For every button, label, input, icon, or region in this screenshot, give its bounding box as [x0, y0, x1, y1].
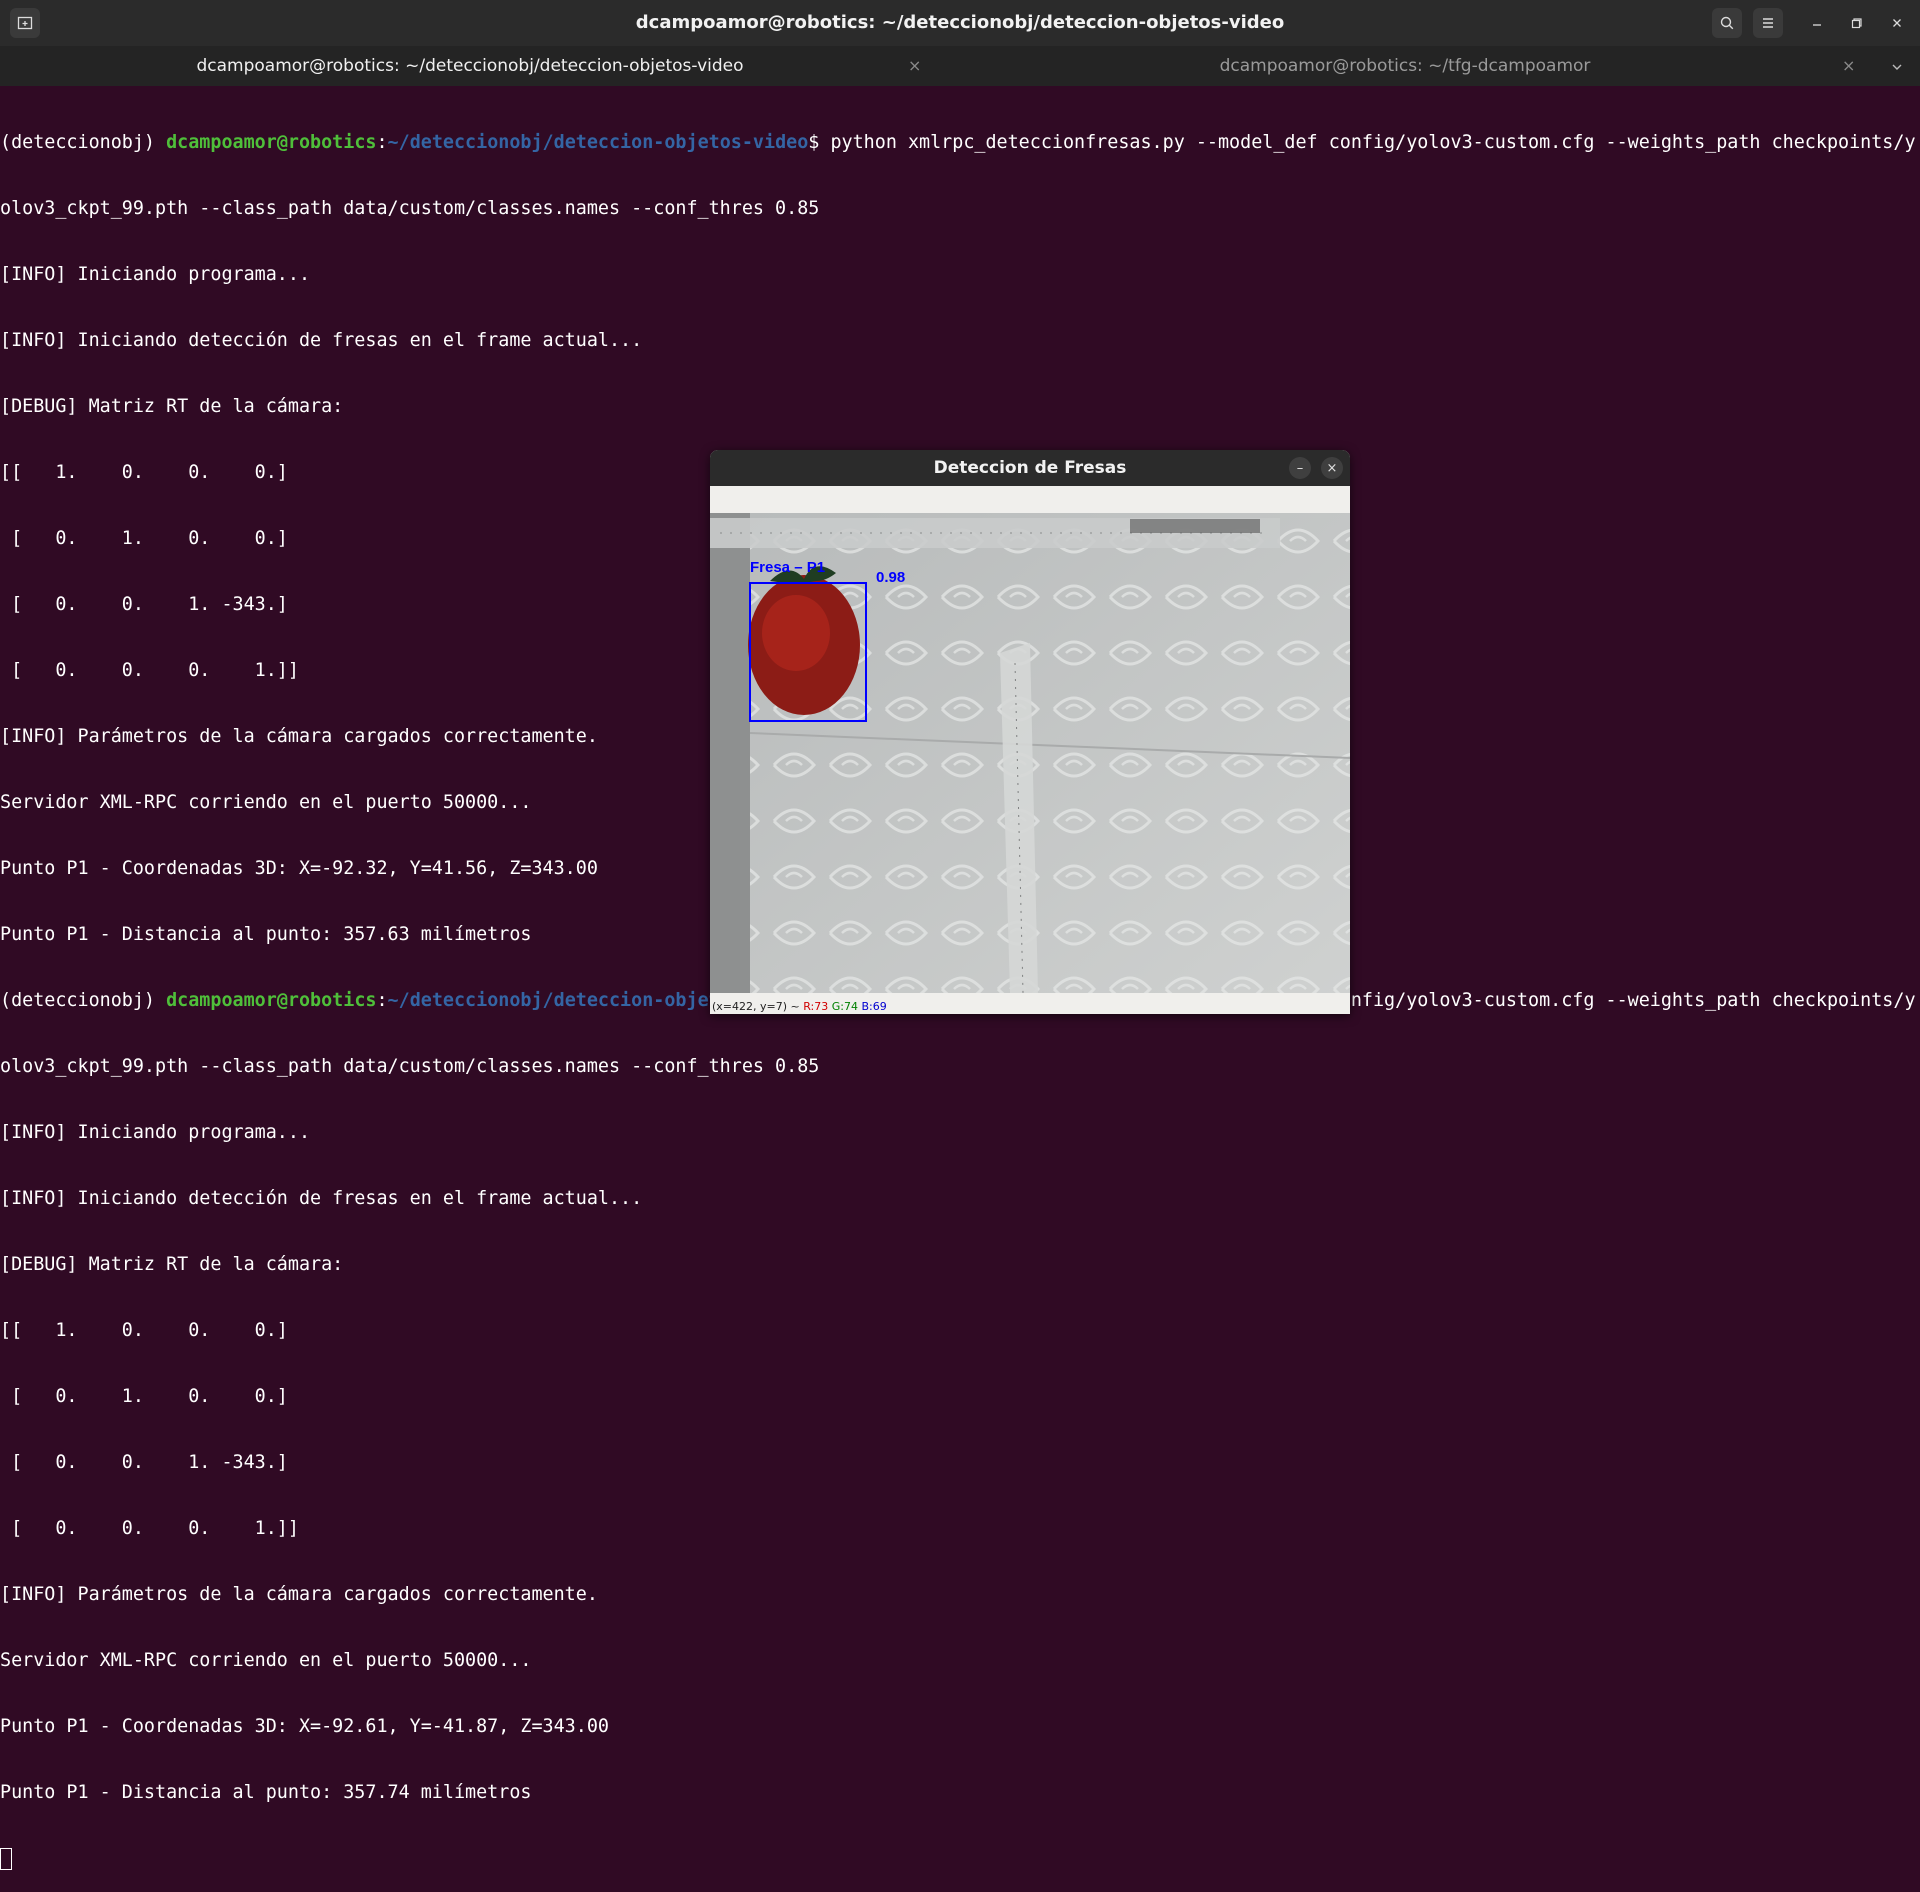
tab-deteccion-objetos-video[interactable]: dcampoamor@robotics: ~/deteccionobj/dete…	[0, 46, 940, 86]
opencv-status-bar: (x=422, y=7) ~ R:73 G:74 B:69	[710, 999, 1350, 1014]
output-line: [INFO] Parámetros de la cámara cargados …	[0, 1584, 598, 1605]
tab-close-button[interactable]: ×	[908, 46, 921, 86]
prompt-line: (deteccionobj) dcampoamor@robotics:~/det…	[0, 132, 1920, 154]
status-green-value: G:74	[831, 1000, 858, 1013]
tab-tfg-dcampoamor[interactable]: dcampoamor@robotics: ~/tfg-dcampoamor	[960, 46, 1850, 86]
output-line: [ 0. 0. 1. -343.]	[0, 1452, 288, 1473]
window-title: dcampoamor@robotics: ~/deteccionobj/dete…	[635, 12, 1285, 33]
status-blue-value: B:69	[861, 1000, 887, 1013]
strawberry-highlight	[762, 595, 830, 671]
hamburger-menu-icon[interactable]	[1753, 8, 1783, 38]
minimize-icon[interactable]: –	[1289, 457, 1311, 479]
tab-label: dcampoamor@robotics: ~/tfg-dcampoamor	[1219, 56, 1591, 76]
close-icon[interactable]: ×	[1321, 457, 1343, 479]
detection-confidence: 0.98	[876, 569, 905, 586]
output-line: [DEBUG] Matriz RT de la cámara:	[0, 1254, 344, 1275]
command-wrap-line: olov3_ckpt_99.pth --class_path data/cust…	[0, 198, 820, 219]
prompt-user: dcampoamor@robotics	[166, 132, 377, 153]
status-coords: (x=422, y=7) ~	[712, 1000, 804, 1013]
output-line: [INFO] Iniciando detección de fresas en …	[0, 1188, 643, 1209]
search-icon[interactable]	[1712, 8, 1742, 38]
prompt-path: ~/deteccionobj/deteccion-objetos-video	[387, 132, 809, 153]
title-bar: dcampoamor@robotics: ~/deteccionobj/dete…	[0, 0, 1920, 46]
prompt-env: (deteccionobj)	[0, 132, 167, 153]
output-line: Servidor XML-RPC corriendo en el puerto …	[0, 1650, 532, 1671]
output-line: Punto P1 - Coordenadas 3D: X=-92.61, Y=-…	[0, 1716, 609, 1737]
output-line: [DEBUG] Matriz RT de la cámara:	[0, 396, 344, 417]
prompt-sep: :	[376, 990, 388, 1011]
prompt-sep: :	[376, 132, 388, 153]
output-line: [[ 1. 0. 0. 0.]	[0, 1320, 288, 1341]
output-line: [INFO] Iniciando detección de fresas en …	[0, 330, 643, 351]
output-line: Punto P1 - Distancia al punto: 357.74 mi…	[0, 1782, 532, 1803]
status-red-value: R:73	[803, 1000, 829, 1013]
opencv-window-titlebar[interactable]: Deteccion de Fresas – ×	[710, 450, 1350, 486]
opencv-window-title: Deteccion de Fresas	[933, 458, 1127, 478]
chevron-down-icon[interactable]	[1890, 46, 1904, 86]
output-line: [ 0. 1. 0. 0.]	[0, 1386, 288, 1407]
minimize-icon[interactable]	[1802, 8, 1832, 38]
output-line: [INFO] Iniciando programa...	[0, 264, 311, 285]
opencv-detection-window[interactable]: Deteccion de Fresas – × Fresa – P1 0.98	[710, 450, 1350, 1014]
paper-texture	[750, 513, 1350, 993]
prompt-dollar: $	[808, 132, 831, 153]
tab-label: dcampoamor@robotics: ~/deteccionobj/dete…	[196, 56, 744, 76]
output-line: [ 0. 0. 0. 1.]]	[0, 1518, 299, 1539]
camera-frame-image[interactable]: Fresa – P1 0.98	[710, 513, 1350, 993]
text-cursor	[0, 1848, 12, 1870]
command-wrap-line: olov3_ckpt_99.pth --class_path data/cust…	[0, 1056, 820, 1077]
command-text: python xmlrpc_deteccionfresas.py --model…	[830, 132, 1916, 153]
maximize-icon[interactable]	[1842, 8, 1872, 38]
detection-label: Fresa – P1	[750, 559, 825, 576]
tab-close-button[interactable]: ×	[1842, 46, 1855, 86]
ruler-clip	[1130, 519, 1260, 533]
prompt-user: dcampoamor@robotics	[166, 990, 377, 1011]
close-icon[interactable]	[1882, 8, 1912, 38]
prompt-env: (deteccionobj)	[0, 990, 167, 1011]
cursor-line	[0, 1848, 1920, 1870]
output-line: [INFO] Iniciando programa...	[0, 1122, 311, 1143]
